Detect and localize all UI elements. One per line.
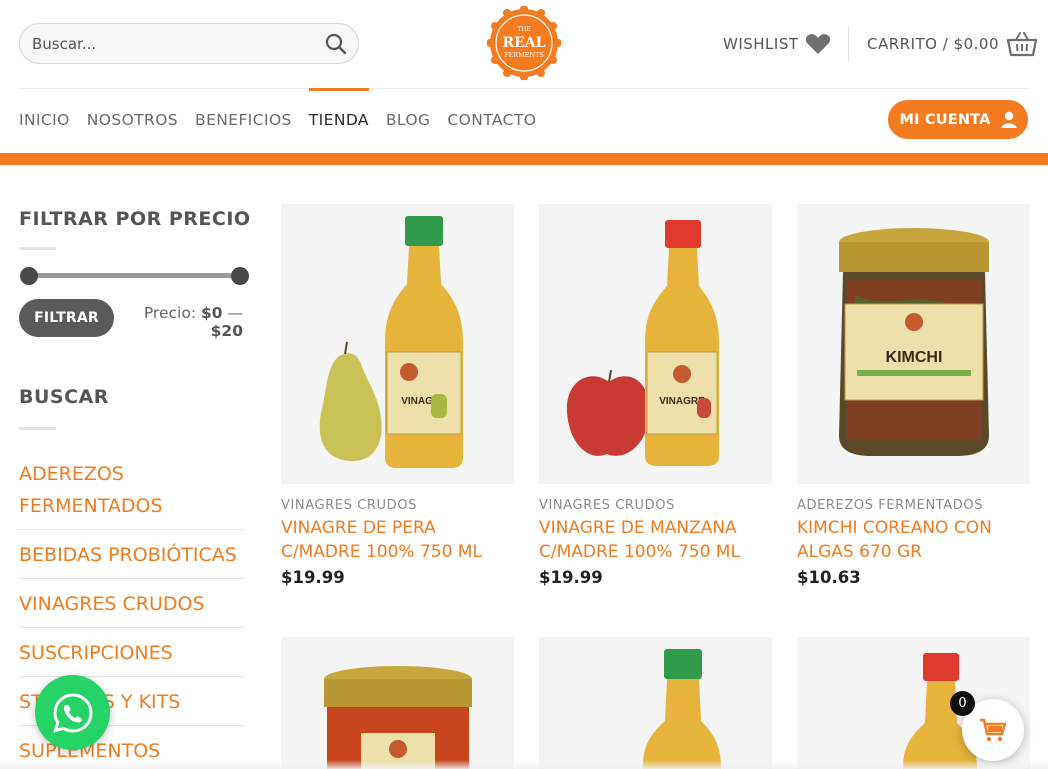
whatsapp-icon [52,692,93,733]
wishlist-label: WISHLIST [723,35,799,53]
product-image[interactable] [539,637,772,769]
product-label-text: KIMCHI [886,349,943,366]
filter-button[interactable]: FILTRAR [19,299,114,337]
price-max: $20 [210,322,243,340]
basket-icon [1007,32,1038,57]
price-slider-track[interactable] [28,273,240,278]
my-account-button[interactable]: MI CUENTA [888,100,1028,139]
product-image[interactable]: VINAGRE [539,204,772,484]
cart-icon [980,718,1007,742]
heart-icon [805,34,830,54]
header-accent-bar [0,153,1048,165]
product-image[interactable] [281,637,514,769]
category-aderezos-fermentados[interactable]: ADEREZOS FERMENTADOS [19,458,244,530]
product-price: $19.99 [539,568,603,587]
bottom-fade [0,760,1048,769]
product-category[interactable]: ADEREZOS FERMENTADOS [797,498,983,513]
price-separator: — [227,304,244,322]
nav-nosotros[interactable]: NOSOTROS [87,100,178,140]
product-title[interactable]: VINAGRE DE MANZANA C/MADRE 100% 750 ML [539,516,772,564]
price-min: $0 [200,304,223,322]
product-title[interactable]: KIMCHI COREANO CON ALGAS 670 GR [797,516,1030,564]
product-title[interactable]: VINAGRE DE PERA C/MADRE 100% 750 ML [281,516,514,564]
cart-link[interactable]: CARRITO / $0.00 [867,32,1038,57]
whatsapp-button[interactable] [35,675,110,750]
cart-label: CARRITO / $0.00 [867,35,1000,53]
category-bebidas-probioticas[interactable]: BEBIDAS PROBIÓTICAS [19,539,244,579]
price-slider-max-handle[interactable] [231,267,249,285]
header-separator [19,88,1029,89]
search-widget-rule [19,427,56,430]
price-filter-rule [19,247,56,250]
product-price: $10.63 [797,568,861,587]
price-filter-title: FILTRAR POR PRECIO [19,208,251,230]
nav-beneficios[interactable]: BENEFICIOS [195,100,292,140]
cart-count-badge: 0 [950,691,975,716]
nav-blog[interactable]: BLOG [386,100,431,140]
category-vinagres-crudos[interactable]: VINAGRES CRUDOS [19,588,244,628]
search-widget-title: BUSCAR [19,386,109,408]
price-range-label: Precio: $0 — $20 [123,304,243,340]
price-prefix: Precio: [143,304,197,322]
logo-line3: FERMENTS [504,51,544,59]
wishlist-link[interactable]: WISHLIST [723,32,831,56]
header-divider [848,26,849,62]
product-image[interactable]: VINAGRE [281,204,514,484]
search-box [19,23,359,64]
category-suscripciones[interactable]: SUSCRIPCIONES [19,637,244,677]
logo-line2: REAL [502,35,545,51]
product-category[interactable]: VINAGRES CRUDOS [539,498,675,513]
nav-tienda[interactable]: TIENDA [308,88,369,140]
price-slider-min-handle[interactable] [20,267,38,285]
search-icon[interactable] [324,32,348,56]
search-input[interactable] [32,33,312,55]
product-image[interactable]: KIMCHI [797,204,1030,484]
user-icon [1001,111,1017,128]
nav-contacto[interactable]: CONTACTO [447,100,536,140]
my-account-label: MI CUENTA [899,111,991,128]
product-price: $19.99 [281,568,345,587]
site-logo[interactable]: THE REAL FERMENTS [486,5,562,81]
logo-line1: THE [517,26,531,33]
nav-inicio[interactable]: INICIO [19,100,70,140]
product-category[interactable]: VINAGRES CRUDOS [281,498,417,513]
main-nav: INICIO NOSOTROS BENEFICIOS TIENDA BLOG C… [19,88,553,140]
